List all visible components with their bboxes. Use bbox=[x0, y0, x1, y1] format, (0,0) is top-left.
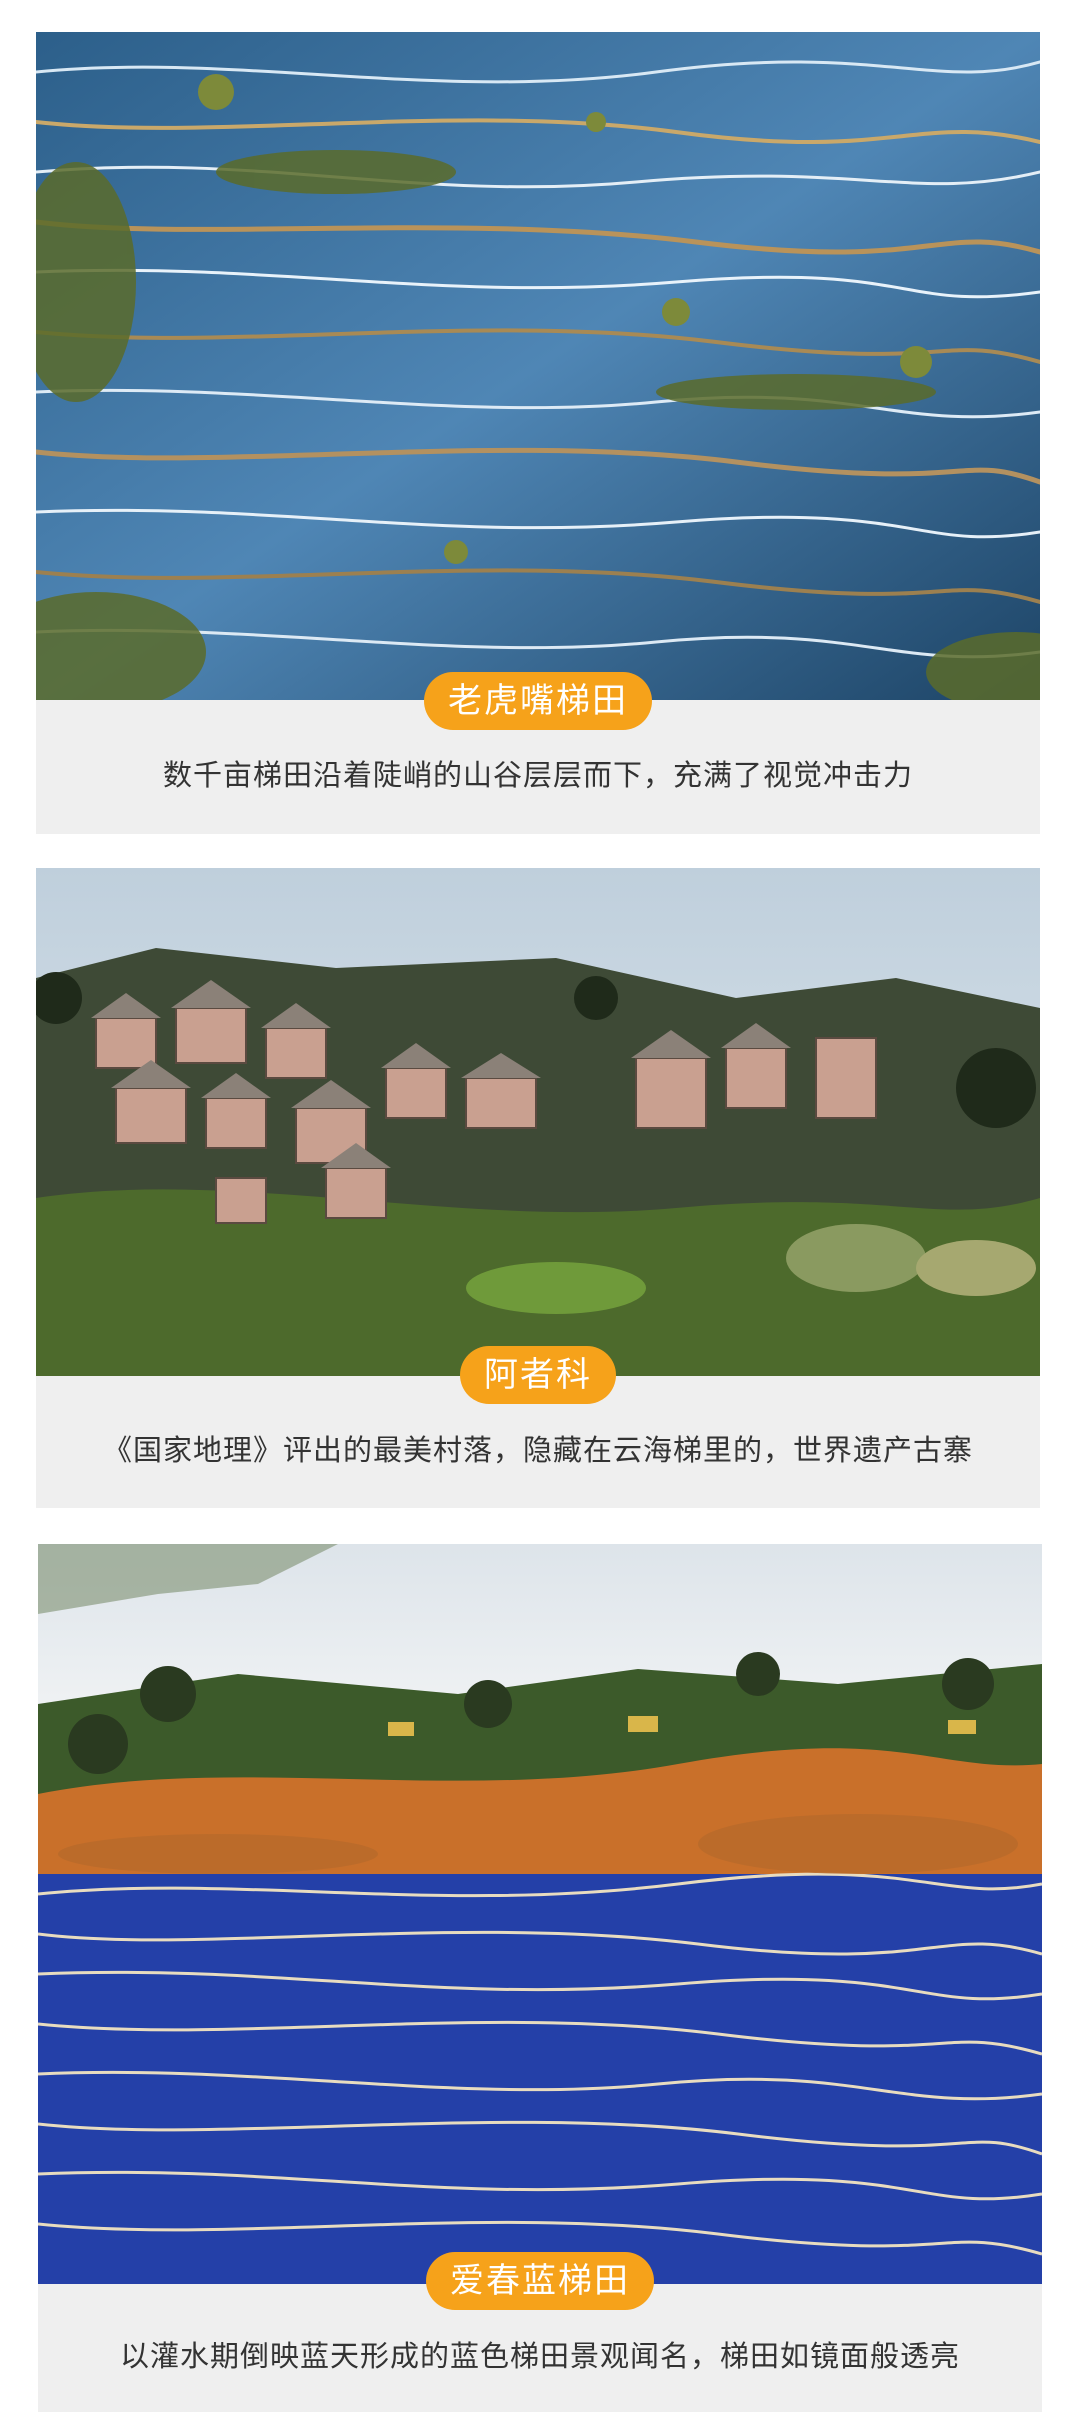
hillside-village-photo bbox=[36, 868, 1040, 1376]
attraction-card-azheke: 《国家地理》评出的最美村落，隐藏在云海梯里的，世界遗产古寨 阿者科 bbox=[36, 868, 1040, 1508]
card-caption: 《国家地理》评出的最美村落，隐藏在云海梯里的，世界遗产古寨 bbox=[102, 1433, 973, 1467]
card-title-badge: 阿者科 bbox=[460, 1346, 616, 1404]
card-caption: 数千亩梯田沿着陡峭的山谷层层而下，充满了视觉冲击力 bbox=[162, 758, 913, 792]
attraction-card-laohuzui: 数千亩梯田沿着陡峭的山谷层层而下，充满了视觉冲击力 老虎嘴梯田 bbox=[36, 32, 1040, 834]
card-title-badge: 爱春蓝梯田 bbox=[426, 2252, 654, 2310]
card-caption: 以灌水期倒映蓝天形成的蓝色梯田景观闻名，梯田如镜面般透亮 bbox=[119, 2339, 960, 2373]
blue-terraces-photo bbox=[38, 1544, 1042, 2284]
terraced-rice-fields-photo bbox=[36, 32, 1040, 700]
card-title-badge: 老虎嘴梯田 bbox=[424, 672, 652, 730]
attraction-card-aichun: 以灌水期倒映蓝天形成的蓝色梯田景观闻名，梯田如镜面般透亮 爱春蓝梯田 bbox=[38, 1544, 1042, 2412]
